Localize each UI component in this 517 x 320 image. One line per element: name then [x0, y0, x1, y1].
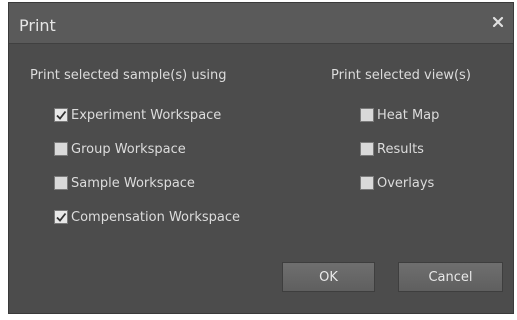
checkmark-icon [56, 212, 67, 222]
checkbox-box[interactable] [360, 176, 374, 190]
checkbox-box[interactable] [54, 142, 68, 156]
checkbox-box[interactable] [360, 142, 374, 156]
checkbox-label: Overlays [377, 175, 435, 191]
title-bar: Print [9, 3, 513, 44]
checkbox-box[interactable] [54, 108, 68, 122]
checkbox-group-workspace[interactable]: Group Workspace [54, 141, 186, 157]
checkbox-label: Results [377, 141, 424, 157]
cancel-button[interactable]: Cancel [398, 262, 503, 292]
checkbox-label: Compensation Workspace [71, 209, 241, 225]
checkbox-box[interactable] [360, 108, 374, 122]
checkbox-sample-workspace[interactable]: Sample Workspace [54, 175, 195, 191]
checkbox-box[interactable] [54, 176, 68, 190]
checkbox-label: Experiment Workspace [71, 107, 222, 123]
checkmark-icon [56, 110, 67, 120]
checkbox-experiment-workspace[interactable]: Experiment Workspace [54, 107, 221, 123]
checkbox-label: Sample Workspace [71, 175, 195, 191]
checkbox-results[interactable]: Results [360, 141, 424, 157]
checkbox-label: Group Workspace [71, 141, 186, 157]
close-icon[interactable] [491, 14, 505, 28]
checkbox-compensation-workspace[interactable]: Compensation Workspace [54, 209, 240, 225]
dialog-title: Print [19, 16, 56, 35]
checkbox-overlays[interactable]: Overlays [360, 175, 434, 191]
checkbox-label: Heat Map [377, 107, 440, 123]
checkbox-heat-map[interactable]: Heat Map [360, 107, 439, 123]
print-dialog: Print Print selected sample(s) using Pri… [8, 2, 514, 314]
checkbox-box[interactable] [54, 210, 68, 224]
views-section-label: Print selected view(s) [331, 68, 471, 83]
samples-section-label: Print selected sample(s) using [30, 68, 227, 83]
ok-button[interactable]: OK [282, 262, 375, 292]
